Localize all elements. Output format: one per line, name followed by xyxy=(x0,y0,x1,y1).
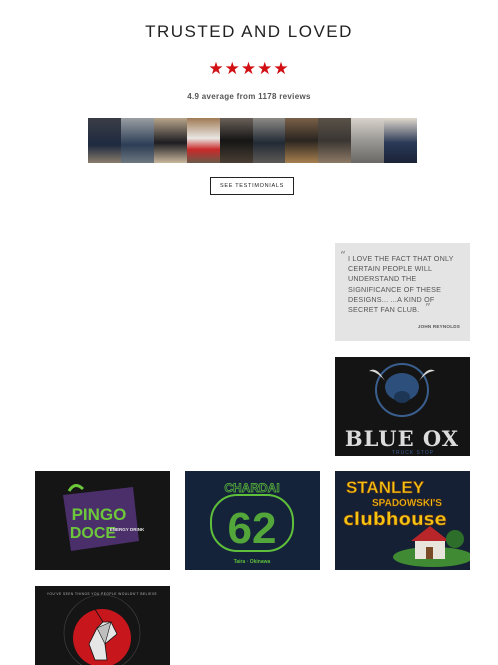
customer-photo-strip xyxy=(88,118,418,163)
customer-photo xyxy=(384,118,418,163)
product-tile-stanley-clubhouse[interactable]: STANLEY SPADOWSKI'S clubhouse xyxy=(335,471,470,570)
customer-photo xyxy=(153,118,187,163)
product-tile-blue-ox[interactable]: BLUE OX TRUCK STOP xyxy=(335,357,470,456)
chardai-number: 62 xyxy=(228,504,277,553)
stanley-subtitle: SPADOWSKI'S xyxy=(372,498,442,509)
product-tile-chardai-62[interactable]: CHARDAI 62 Taira · Okinawa xyxy=(185,471,320,570)
customer-photo xyxy=(219,118,253,163)
open-quote-icon: “ xyxy=(340,249,346,262)
customer-photo xyxy=(351,118,385,163)
chardai-location: Taira · Okinawa xyxy=(234,559,271,565)
pingo-title: PINGO xyxy=(72,505,127,524)
testimonial-quote-card: “ I LOVE THE FACT THAT ONLY CERTAIN PEOP… xyxy=(335,243,470,341)
customer-photo xyxy=(252,118,286,163)
customer-photo xyxy=(186,118,220,163)
blue-ox-title: BLUE OX xyxy=(345,426,459,451)
customer-photo xyxy=(88,118,121,163)
blue-ox-subtitle: TRUCK STOP xyxy=(392,450,434,456)
quote-author: JOHN REYNOLDS xyxy=(417,324,460,329)
average-rating-text: 4.9 average from 1178 reviews xyxy=(187,92,311,101)
rating-stars: ★★★★★ xyxy=(208,59,290,78)
quote-text: I LOVE THE FACT THAT ONLY CERTAIN PEOPLE… xyxy=(348,254,454,315)
close-quote-icon: ” xyxy=(425,301,431,314)
customer-photo xyxy=(285,118,319,163)
product-tile-origami-unicorn[interactable]: YOU'VE SEEN THINGS YOU PEOPLE WOULDN'T B… xyxy=(35,586,170,665)
customer-photo xyxy=(120,118,154,163)
see-testimonials-button[interactable]: SEE TESTIMONIALS xyxy=(210,177,294,195)
customer-photo xyxy=(318,118,352,163)
chardai-title: CHARDAI xyxy=(224,481,279,495)
section-title: TRUSTED AND LOVED xyxy=(145,22,353,41)
unicorn-ring-text: YOU'VE SEEN THINGS YOU PEOPLE WOULDN'T B… xyxy=(47,592,157,596)
product-tile-pingo-doce[interactable]: PINGO DOCE ENERGY DRINK xyxy=(35,471,170,570)
pingo-sub: ENERGY DRINK xyxy=(110,527,145,532)
stanley-clubhouse: clubhouse xyxy=(343,509,446,530)
stanley-title: STANLEY xyxy=(346,478,425,497)
